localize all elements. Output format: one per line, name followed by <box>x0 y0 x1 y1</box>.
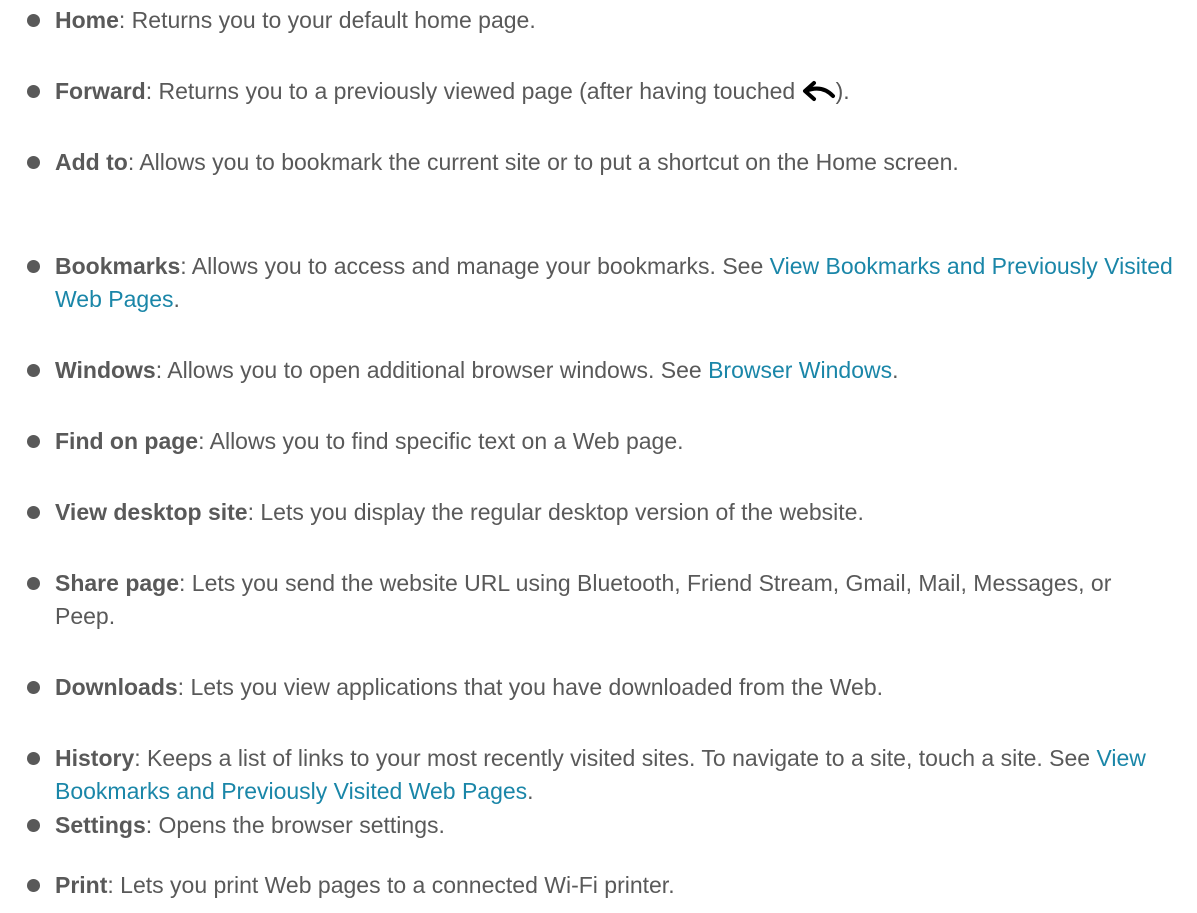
item-term: Downloads <box>55 674 178 700</box>
list-item-text: Bookmarks: Allows you to access and mana… <box>55 250 1175 316</box>
list-item-text: Windows: Allows you to open additional b… <box>55 354 1175 387</box>
bullet-icon <box>27 819 40 832</box>
bullet-icon <box>27 681 40 694</box>
bullet-icon <box>27 85 40 98</box>
list-item-text: View desktop site: Lets you display the … <box>55 496 1175 529</box>
list-item-text: Find on page: Allows you to find specifi… <box>55 425 1175 458</box>
item-term: Add to <box>55 149 128 175</box>
item-description-end: . <box>892 357 899 383</box>
item-description: : Returns you to a previously viewed pag… <box>145 78 802 104</box>
bullet-icon <box>27 364 40 377</box>
list-item-text: Print: Lets you print Web pages to a con… <box>55 869 1175 902</box>
item-term: Forward <box>55 78 146 104</box>
bullet-icon <box>27 506 40 519</box>
item-description-end: . <box>527 778 534 804</box>
item-description: : Returns you to your default home page. <box>118 7 536 33</box>
item-description: : Lets you view applications that you ha… <box>177 674 884 700</box>
list-item-text: Share page: Lets you send the website UR… <box>55 567 1175 633</box>
item-term: Bookmarks <box>55 253 181 279</box>
item-description-end: ). <box>835 78 850 104</box>
bullet-icon <box>27 435 40 448</box>
bullet-icon <box>27 577 40 590</box>
item-term: Home <box>55 7 119 33</box>
item-term: Settings <box>55 812 146 838</box>
list-item-text: Home: Returns you to your default home p… <box>55 4 1175 37</box>
bullet-icon <box>27 156 40 169</box>
item-term: Find on page <box>55 428 199 454</box>
bullet-icon <box>27 879 40 892</box>
item-term: History <box>55 745 135 771</box>
item-description: : Allows you to bookmark the current sit… <box>127 149 959 175</box>
bullet-icon <box>27 14 40 27</box>
back-arrow-icon <box>802 81 835 101</box>
browser-windows-link[interactable]: Browser Windows <box>708 357 892 383</box>
item-description: : Lets you display the regular desktop v… <box>247 499 864 525</box>
list-item-text: Add to: Allows you to bookmark the curre… <box>55 146 1175 179</box>
item-description: : Allows you to access and manage your b… <box>180 253 770 279</box>
bullet-icon <box>27 260 40 273</box>
item-term: View desktop site <box>55 499 248 525</box>
item-description: : Lets you send the website URL using Bl… <box>55 570 1112 629</box>
item-description: : Allows you to find specific text on a … <box>198 428 684 454</box>
bullet-icon <box>27 752 40 765</box>
item-description: : Lets you print Web pages to a connecte… <box>107 872 675 898</box>
item-description-end: . <box>173 286 180 312</box>
list-item-text: History: Keeps a list of links to your m… <box>55 742 1175 808</box>
item-term: Share page <box>55 570 179 596</box>
item-description: : Allows you to open additional browser … <box>155 357 709 383</box>
item-term: Windows <box>55 357 156 383</box>
list-item-text: Downloads: Lets you view applications th… <box>55 671 1175 704</box>
list-item-text: Forward: Returns you to a previously vie… <box>55 75 1175 108</box>
item-description: : Opens the browser settings. <box>145 812 445 838</box>
item-term: Print <box>55 872 108 898</box>
list-item-text: Settings: Opens the browser settings. <box>55 809 1175 842</box>
item-description: : Keeps a list of links to your most rec… <box>134 745 1097 771</box>
